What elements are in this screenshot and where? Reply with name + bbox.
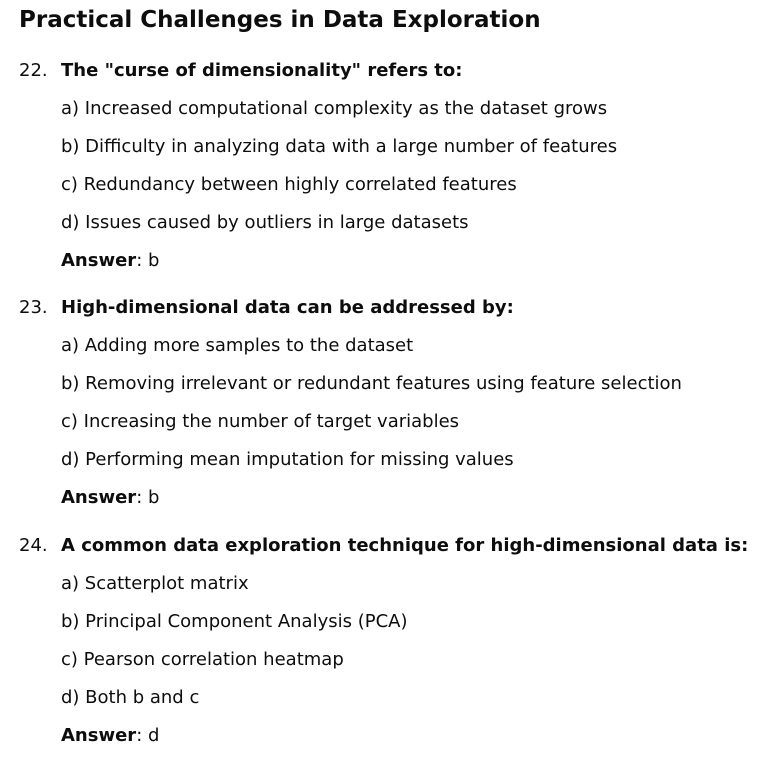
answer-value: : b xyxy=(136,250,160,271)
option-a: a) Increased computational complexity as… xyxy=(61,98,608,119)
question-number: 22. xyxy=(19,60,48,81)
question-24: 24. A common data exploration technique … xyxy=(0,533,778,746)
answer-label: Answer xyxy=(61,487,137,508)
question-header: 23. High-dimensional data can be address… xyxy=(0,295,778,321)
option-d: d) Issues caused by outliers in large da… xyxy=(61,212,469,233)
answer-line: Answer: b xyxy=(61,248,617,274)
option-d: d) Both b and c xyxy=(61,687,200,708)
question-number: 24. xyxy=(19,535,48,556)
question-number: 23. xyxy=(19,297,48,318)
option-c: c) Pearson correlation heatmap xyxy=(61,649,344,670)
option-a: a) Scatterplot matrix xyxy=(61,573,249,594)
options-list: a) Increased computational complexity as… xyxy=(61,96,617,274)
question-header: 24. A common data exploration technique … xyxy=(0,533,778,559)
question-23: 23. High-dimensional data can be address… xyxy=(0,295,778,508)
question-text: A common data exploration technique for … xyxy=(61,535,749,556)
option-c: c) Increasing the number of target varia… xyxy=(61,411,460,432)
answer-value: : b xyxy=(136,487,160,508)
question-header: 22. The "curse of dimensionality" refers… xyxy=(0,58,778,84)
question-text: High-dimensional data can be addressed b… xyxy=(61,297,514,318)
answer-label: Answer xyxy=(61,725,137,746)
option-a: a) Adding more samples to the dataset xyxy=(61,335,414,356)
option-d: d) Performing mean imputation for missin… xyxy=(61,449,514,470)
answer-value: : d xyxy=(136,725,160,746)
option-c: c) Redundancy between highly correlated … xyxy=(61,174,517,195)
question-22: 22. The "curse of dimensionality" refers… xyxy=(0,58,778,271)
answer-line: Answer: d xyxy=(61,723,407,749)
options-list: a) Scatterplot matrix b) Principal Compo… xyxy=(61,571,407,749)
option-b: b) Removing irrelevant or redundant feat… xyxy=(61,373,682,394)
answer-line: Answer: b xyxy=(61,485,682,511)
page-title: Practical Challenges in Data Exploration xyxy=(19,7,541,33)
option-b: b) Principal Component Analysis (PCA) xyxy=(61,611,408,632)
question-text: The "curse of dimensionality" refers to: xyxy=(61,60,463,81)
options-list: a) Adding more samples to the dataset b)… xyxy=(61,333,682,511)
option-b: b) Difficulty in analyzing data with a l… xyxy=(61,136,618,157)
document-page: Practical Challenges in Data Exploration… xyxy=(0,0,778,771)
answer-label: Answer xyxy=(61,250,137,271)
